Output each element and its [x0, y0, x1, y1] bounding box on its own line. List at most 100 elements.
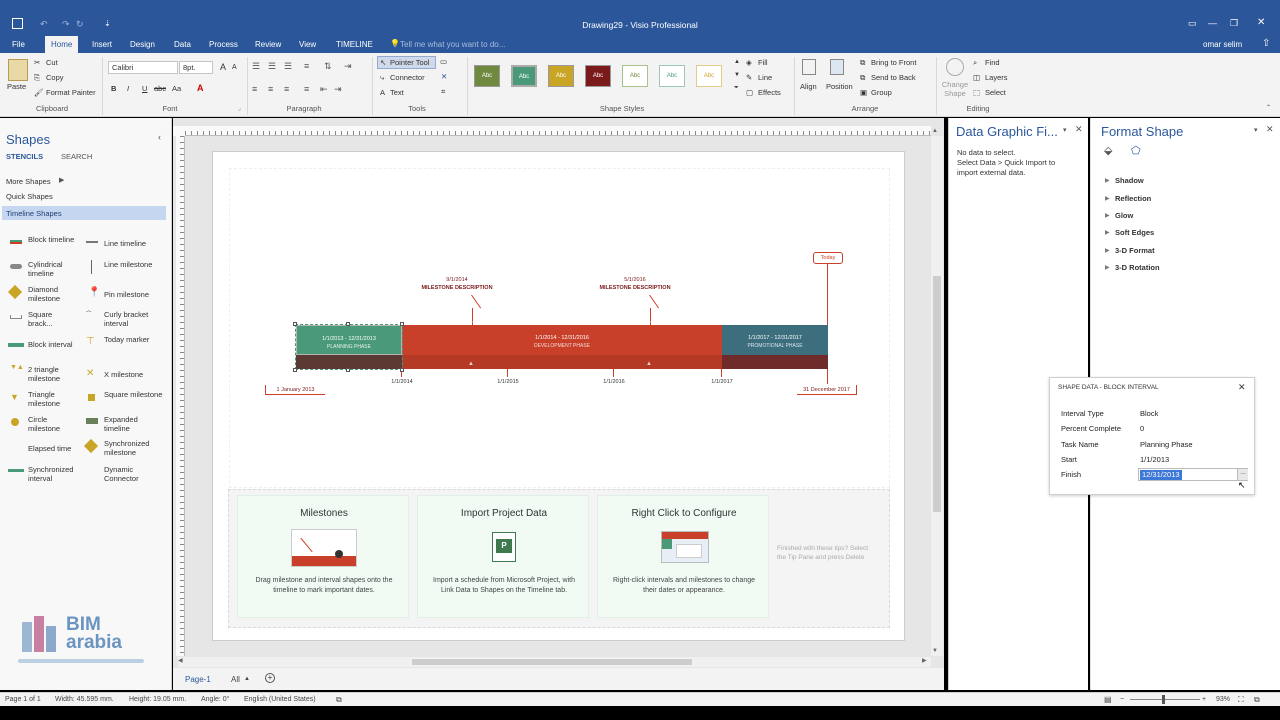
justify-icon[interactable]: ≡	[304, 84, 309, 94]
paste-icon[interactable]	[8, 59, 28, 81]
stencil-today-marker[interactable]: Today marker	[104, 335, 164, 344]
zoom-slider[interactable]	[1130, 699, 1200, 700]
rectangle-tool-icon[interactable]: ▭	[440, 57, 447, 66]
restore-icon[interactable]: ❐	[1230, 18, 1238, 29]
more-shapes-link[interactable]: More Shapes	[6, 177, 51, 186]
timeline-end-date[interactable]: 31 December 2017	[797, 385, 857, 395]
group-button[interactable]: Group	[871, 88, 892, 97]
milestone-description[interactable]: MILESTONE DESCRIPTION	[585, 285, 685, 291]
stencil-cylindrical-timeline[interactable]: Cylindrical timeline	[28, 260, 76, 278]
timeline-shapes-link[interactable]: Timeline Shapes	[6, 209, 62, 218]
tab-home[interactable]: Home	[45, 36, 79, 53]
selection-handle[interactable]	[400, 368, 404, 372]
group-icon[interactable]: ▣	[860, 88, 867, 97]
finish-date-value[interactable]: 12/31/2013	[1140, 470, 1182, 480]
vertical-scroll-thumb[interactable]	[933, 276, 941, 512]
zoom-in-icon[interactable]: +	[1202, 696, 1206, 703]
pane-options-icon[interactable]: ▾	[1063, 126, 1067, 134]
stencil-dynamic-connector[interactable]: Dynamic Connector	[104, 465, 164, 483]
format-painter-icon[interactable]: 🖌	[34, 88, 44, 97]
stencils-tab[interactable]: STENCILS	[6, 152, 43, 161]
cut-icon[interactable]: ✂	[34, 58, 40, 67]
close-pane-icon[interactable]: ✕	[1266, 124, 1274, 135]
stencil-curly-bracket[interactable]: Curly bracket interval	[104, 310, 164, 328]
collapse-pane-icon[interactable]: ‹	[158, 132, 161, 142]
stencil-block-timeline[interactable]: Block timeline	[28, 235, 76, 244]
stencil-triangle-milestone[interactable]: Triangle milestone	[28, 390, 76, 408]
page-tab[interactable]: Page-1	[185, 675, 211, 684]
vertical-scrollbar[interactable]: ▲ ▼	[931, 128, 943, 656]
shape-style-swatch[interactable]: Abc	[548, 65, 574, 87]
font-launcher-icon[interactable]: ⌟	[238, 105, 241, 112]
indent-icon[interactable]: ⇥	[344, 61, 352, 72]
share-icon[interactable]: ⇧	[1262, 38, 1270, 49]
field-value[interactable]: 0	[1140, 424, 1144, 433]
collapse-ribbon-icon[interactable]: ⌃	[1266, 104, 1271, 111]
user-name[interactable]: omar selim	[1203, 40, 1242, 49]
field-value[interactable]: Planning Phase	[1140, 440, 1193, 449]
tab-timeline[interactable]: TIMELINE	[330, 36, 379, 53]
shape-style-swatch[interactable]: Abc	[659, 65, 685, 87]
3d-format-section[interactable]: 3-D Format	[1115, 246, 1155, 255]
stencil-synchronized-interval[interactable]: Synchronized interval	[28, 465, 76, 483]
change-case-button[interactable]: Aa	[172, 84, 181, 93]
close-icon[interactable]: ✕	[1257, 17, 1265, 28]
shape-style-swatch[interactable]: Abc	[474, 65, 500, 87]
all-pages-arrow-icon[interactable]: ▲	[244, 676, 250, 682]
glow-section[interactable]: Glow	[1115, 211, 1133, 220]
align-left-icon[interactable]: ≡	[252, 84, 257, 94]
pane-options-icon[interactable]: ▾	[1254, 126, 1258, 134]
stencil-line-timeline[interactable]: Line timeline	[104, 239, 164, 248]
switch-windows-icon[interactable]: ⧉	[1254, 695, 1260, 705]
bring-to-front-button[interactable]: Bring to Front	[871, 58, 916, 67]
line-button[interactable]: Line	[758, 73, 772, 82]
copy-button[interactable]: Copy	[46, 73, 64, 82]
stencil-x-milestone[interactable]: X milestone	[104, 370, 164, 379]
copy-icon[interactable]: ⎘	[34, 73, 40, 83]
text-tool-button[interactable]: Text	[390, 88, 404, 97]
scroll-down-arrow[interactable]: ▼	[932, 648, 938, 654]
align-middle-icon[interactable]: ☰	[268, 61, 276, 72]
layers-button[interactable]: Layers	[985, 73, 1008, 82]
tab-data[interactable]: Data	[168, 36, 197, 53]
shrink-font-button[interactable]: A	[232, 64, 237, 71]
connector-button[interactable]: Connector	[390, 73, 425, 82]
find-icon[interactable]: ⌕	[973, 58, 977, 68]
milestone-description[interactable]: MILESTONE DESCRIPTION	[407, 285, 507, 291]
decrease-indent-icon[interactable]: ⇤	[320, 84, 328, 95]
position-icon[interactable]	[830, 59, 844, 75]
text-tool-icon[interactable]: A	[380, 88, 385, 97]
search-tab[interactable]: SEARCH	[61, 152, 92, 161]
fit-page-icon[interactable]: ⛶	[1238, 695, 1244, 705]
field-value[interactable]: Block	[1140, 409, 1158, 418]
zoom-level[interactable]: 93%	[1216, 696, 1230, 703]
styles-scroll-up-icon[interactable]: ▲	[734, 59, 740, 65]
zoom-out-icon[interactable]: −	[1120, 696, 1124, 703]
text-direction-icon[interactable]: ⇅	[324, 61, 332, 72]
horizontal-scrollbar[interactable]: ◀ ▶	[178, 657, 931, 667]
layers-icon[interactable]: ◫	[973, 73, 980, 82]
close-shape-data-icon[interactable]: ✕	[1238, 382, 1246, 393]
finish-date-field[interactable]: 12/31/2013 …	[1138, 468, 1248, 481]
selection-handle[interactable]	[293, 322, 297, 326]
fill-icon[interactable]: ◈	[746, 58, 752, 67]
align-center-icon[interactable]: ≡	[268, 84, 273, 94]
3d-rotation-section[interactable]: 3-D Rotation	[1115, 263, 1160, 272]
presentation-mode-icon[interactable]: ▤	[1104, 695, 1112, 704]
strikethrough-button[interactable]: abc	[154, 84, 166, 93]
paste-button[interactable]: Paste	[7, 82, 26, 91]
stencil-elapsed-time[interactable]: Elapsed time	[28, 444, 76, 453]
pointer-tool-button[interactable]: Pointer Tool	[390, 58, 429, 67]
stencil-block-interval[interactable]: Block interval	[28, 340, 76, 349]
ribbon-display-icon[interactable]: ▭	[1188, 18, 1197, 29]
tab-file[interactable]: File	[6, 36, 31, 53]
macro-record-icon[interactable]: ⧉	[336, 695, 342, 705]
stencil-square-bracket[interactable]: Square brack...	[28, 310, 76, 328]
shape-style-swatch[interactable]: Abc	[622, 65, 648, 87]
selection-handle[interactable]	[346, 322, 350, 326]
stencil-2-triangle-milestone[interactable]: 2 triangle milestone	[28, 365, 76, 383]
stencil-square-milestone[interactable]: Square milestone	[104, 390, 164, 399]
align-bottom-icon[interactable]: ☰	[284, 61, 292, 72]
horizontal-scroll-thumb[interactable]	[412, 659, 692, 665]
tab-view[interactable]: View	[293, 36, 322, 53]
